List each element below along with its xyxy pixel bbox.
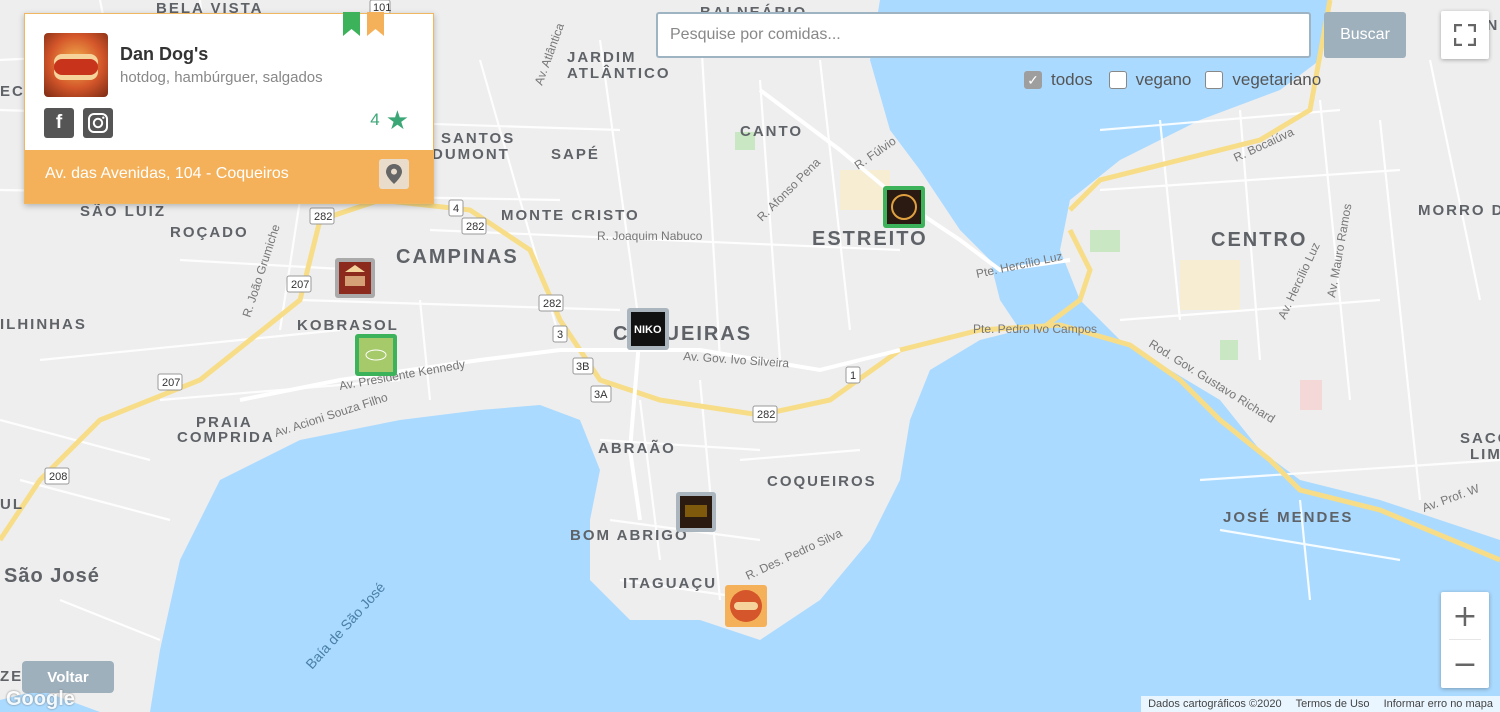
svg-text:ILHINHAS: ILHINHAS xyxy=(0,316,87,333)
star-icon: ★ xyxy=(385,105,409,135)
svg-text:NIKO: NIKO xyxy=(634,324,662,336)
map-pin-icon[interactable] xyxy=(379,159,409,189)
deck-house-marker[interactable] xyxy=(676,492,716,532)
svg-text:LIM: LIM xyxy=(1470,446,1500,463)
filter-vegano[interactable]: vegano xyxy=(1108,70,1192,90)
svg-text:ZE: ZE xyxy=(0,668,23,685)
svg-text:3A: 3A xyxy=(594,389,608,401)
svg-text:208: 208 xyxy=(49,471,67,483)
svg-text:KOBRASOL: KOBRASOL xyxy=(297,317,399,334)
svg-text:DUMONT: DUMONT xyxy=(432,146,510,163)
svg-text:SACO: SACO xyxy=(1460,430,1500,447)
svg-text:CENTRO: CENTRO xyxy=(1211,229,1307,251)
fullscreen-icon[interactable] xyxy=(1441,11,1489,59)
svg-text:UL: UL xyxy=(0,496,24,513)
report-error-link[interactable]: Informar erro no mapa xyxy=(1384,698,1493,710)
svg-text:JARDIM: JARDIM xyxy=(567,49,637,66)
svg-text:3: 3 xyxy=(557,329,563,341)
zoom-in-button[interactable]: + xyxy=(1441,592,1489,640)
filter-vegetariano[interactable]: vegetariano xyxy=(1205,70,1321,90)
svg-text:JOSÉ MENDES: JOSÉ MENDES xyxy=(1223,509,1353,526)
svg-text:282: 282 xyxy=(757,409,775,421)
svg-text:CANTO: CANTO xyxy=(740,123,803,140)
green-bookmark-icon[interactable] xyxy=(343,12,360,36)
svg-text:3B: 3B xyxy=(576,361,589,373)
map-data-credit: Dados cartográficos ©2020 xyxy=(1148,698,1282,710)
svg-text:4: 4 xyxy=(453,203,459,215)
instagram-icon[interactable] xyxy=(83,108,113,138)
rating-value: 4 xyxy=(370,110,380,129)
diet-filters: ✓ todos vegano vegetariano xyxy=(1024,70,1333,90)
search-button[interactable]: Buscar xyxy=(1324,12,1406,58)
svg-text:207: 207 xyxy=(291,279,309,291)
checkbox-checked-icon[interactable]: ✓ xyxy=(1024,71,1042,89)
svg-text:ABRAÃO: ABRAÃO xyxy=(598,439,676,457)
address-bar: Av. das Avenidas, 104 - Coqueiros xyxy=(25,150,433,203)
restaurant-logo xyxy=(44,33,108,97)
svg-text:COMPRIDA: COMPRIDA xyxy=(177,429,275,446)
pizza-marker[interactable] xyxy=(335,258,375,298)
svg-text:ROÇADO: ROÇADO xyxy=(170,224,249,241)
commercial-zone xyxy=(840,170,890,210)
svg-text:São José: São José xyxy=(4,565,100,587)
search-input[interactable] xyxy=(656,12,1311,58)
rating: 4 ★ xyxy=(370,105,409,135)
map-attribution: Dados cartográficos ©2020 Termos de Uso … xyxy=(1141,696,1500,712)
svg-text:ITAGUAÇU: ITAGUAÇU xyxy=(623,575,717,592)
park xyxy=(1090,230,1120,252)
filter-label: vegano xyxy=(1135,70,1192,89)
restaurant-categories: hotdog, hambúrguer, salgados xyxy=(120,69,323,86)
filter-label: vegetariano xyxy=(1232,70,1322,89)
checkbox-icon[interactable] xyxy=(1205,71,1224,89)
svg-text:MORRO DA: MORRO DA xyxy=(1418,202,1500,219)
terms-link[interactable]: Termos de Uso xyxy=(1296,698,1370,710)
green-marker[interactable] xyxy=(355,334,397,376)
divider xyxy=(1449,639,1481,640)
restaurant-address: Av. das Avenidas, 104 - Coqueiros xyxy=(45,165,289,182)
filter-todos[interactable]: ✓ todos xyxy=(1024,70,1093,90)
svg-text:SANTOS: SANTOS xyxy=(441,130,515,147)
park xyxy=(1220,340,1238,360)
commercial-zone xyxy=(1180,260,1240,310)
svg-text:MONTE CRISTO: MONTE CRISTO xyxy=(501,207,640,224)
svg-text:207: 207 xyxy=(162,377,180,389)
dan-dogs-marker[interactable] xyxy=(725,585,767,627)
restaurant-info-card[interactable]: Dan Dog's hotdog, hambúrguer, salgados f… xyxy=(24,12,434,204)
svg-text:282: 282 xyxy=(543,298,561,310)
svg-text:1: 1 xyxy=(850,370,856,382)
svg-text:Pte. Pedro Ivo Campos: Pte. Pedro Ivo Campos xyxy=(973,322,1097,336)
svg-text:282: 282 xyxy=(314,211,332,223)
facebook-icon[interactable]: f xyxy=(44,108,74,138)
shazam-marker[interactable] xyxy=(883,186,925,228)
svg-text:ESTREITO: ESTREITO xyxy=(812,228,928,250)
niko-marker[interactable]: NIKO xyxy=(627,308,669,350)
svg-text:SÃO LUIZ: SÃO LUIZ xyxy=(80,202,166,220)
svg-text:COQUEIROS: COQUEIROS xyxy=(767,473,877,490)
svg-text:282: 282 xyxy=(466,221,484,233)
svg-text:BOM ABRIGO: BOM ABRIGO xyxy=(570,527,689,544)
orange-bookmark-icon[interactable] xyxy=(367,12,384,36)
google-logo: Google xyxy=(6,688,75,710)
checkbox-icon[interactable] xyxy=(1108,71,1127,89)
zoom-controls: + − xyxy=(1441,592,1489,688)
svg-text:R. Joaquim Nabuco: R. Joaquim Nabuco xyxy=(597,229,703,243)
filter-label: todos xyxy=(1051,70,1093,89)
svg-text:ATLÂNTICO: ATLÂNTICO xyxy=(567,64,671,82)
zoom-out-button[interactable]: − xyxy=(1441,640,1489,688)
restaurant-name: Dan Dog's xyxy=(120,44,209,64)
park xyxy=(1300,380,1322,410)
svg-text:CAMPINAS: CAMPINAS xyxy=(396,246,519,268)
svg-text:SAPÉ: SAPÉ xyxy=(551,146,600,163)
